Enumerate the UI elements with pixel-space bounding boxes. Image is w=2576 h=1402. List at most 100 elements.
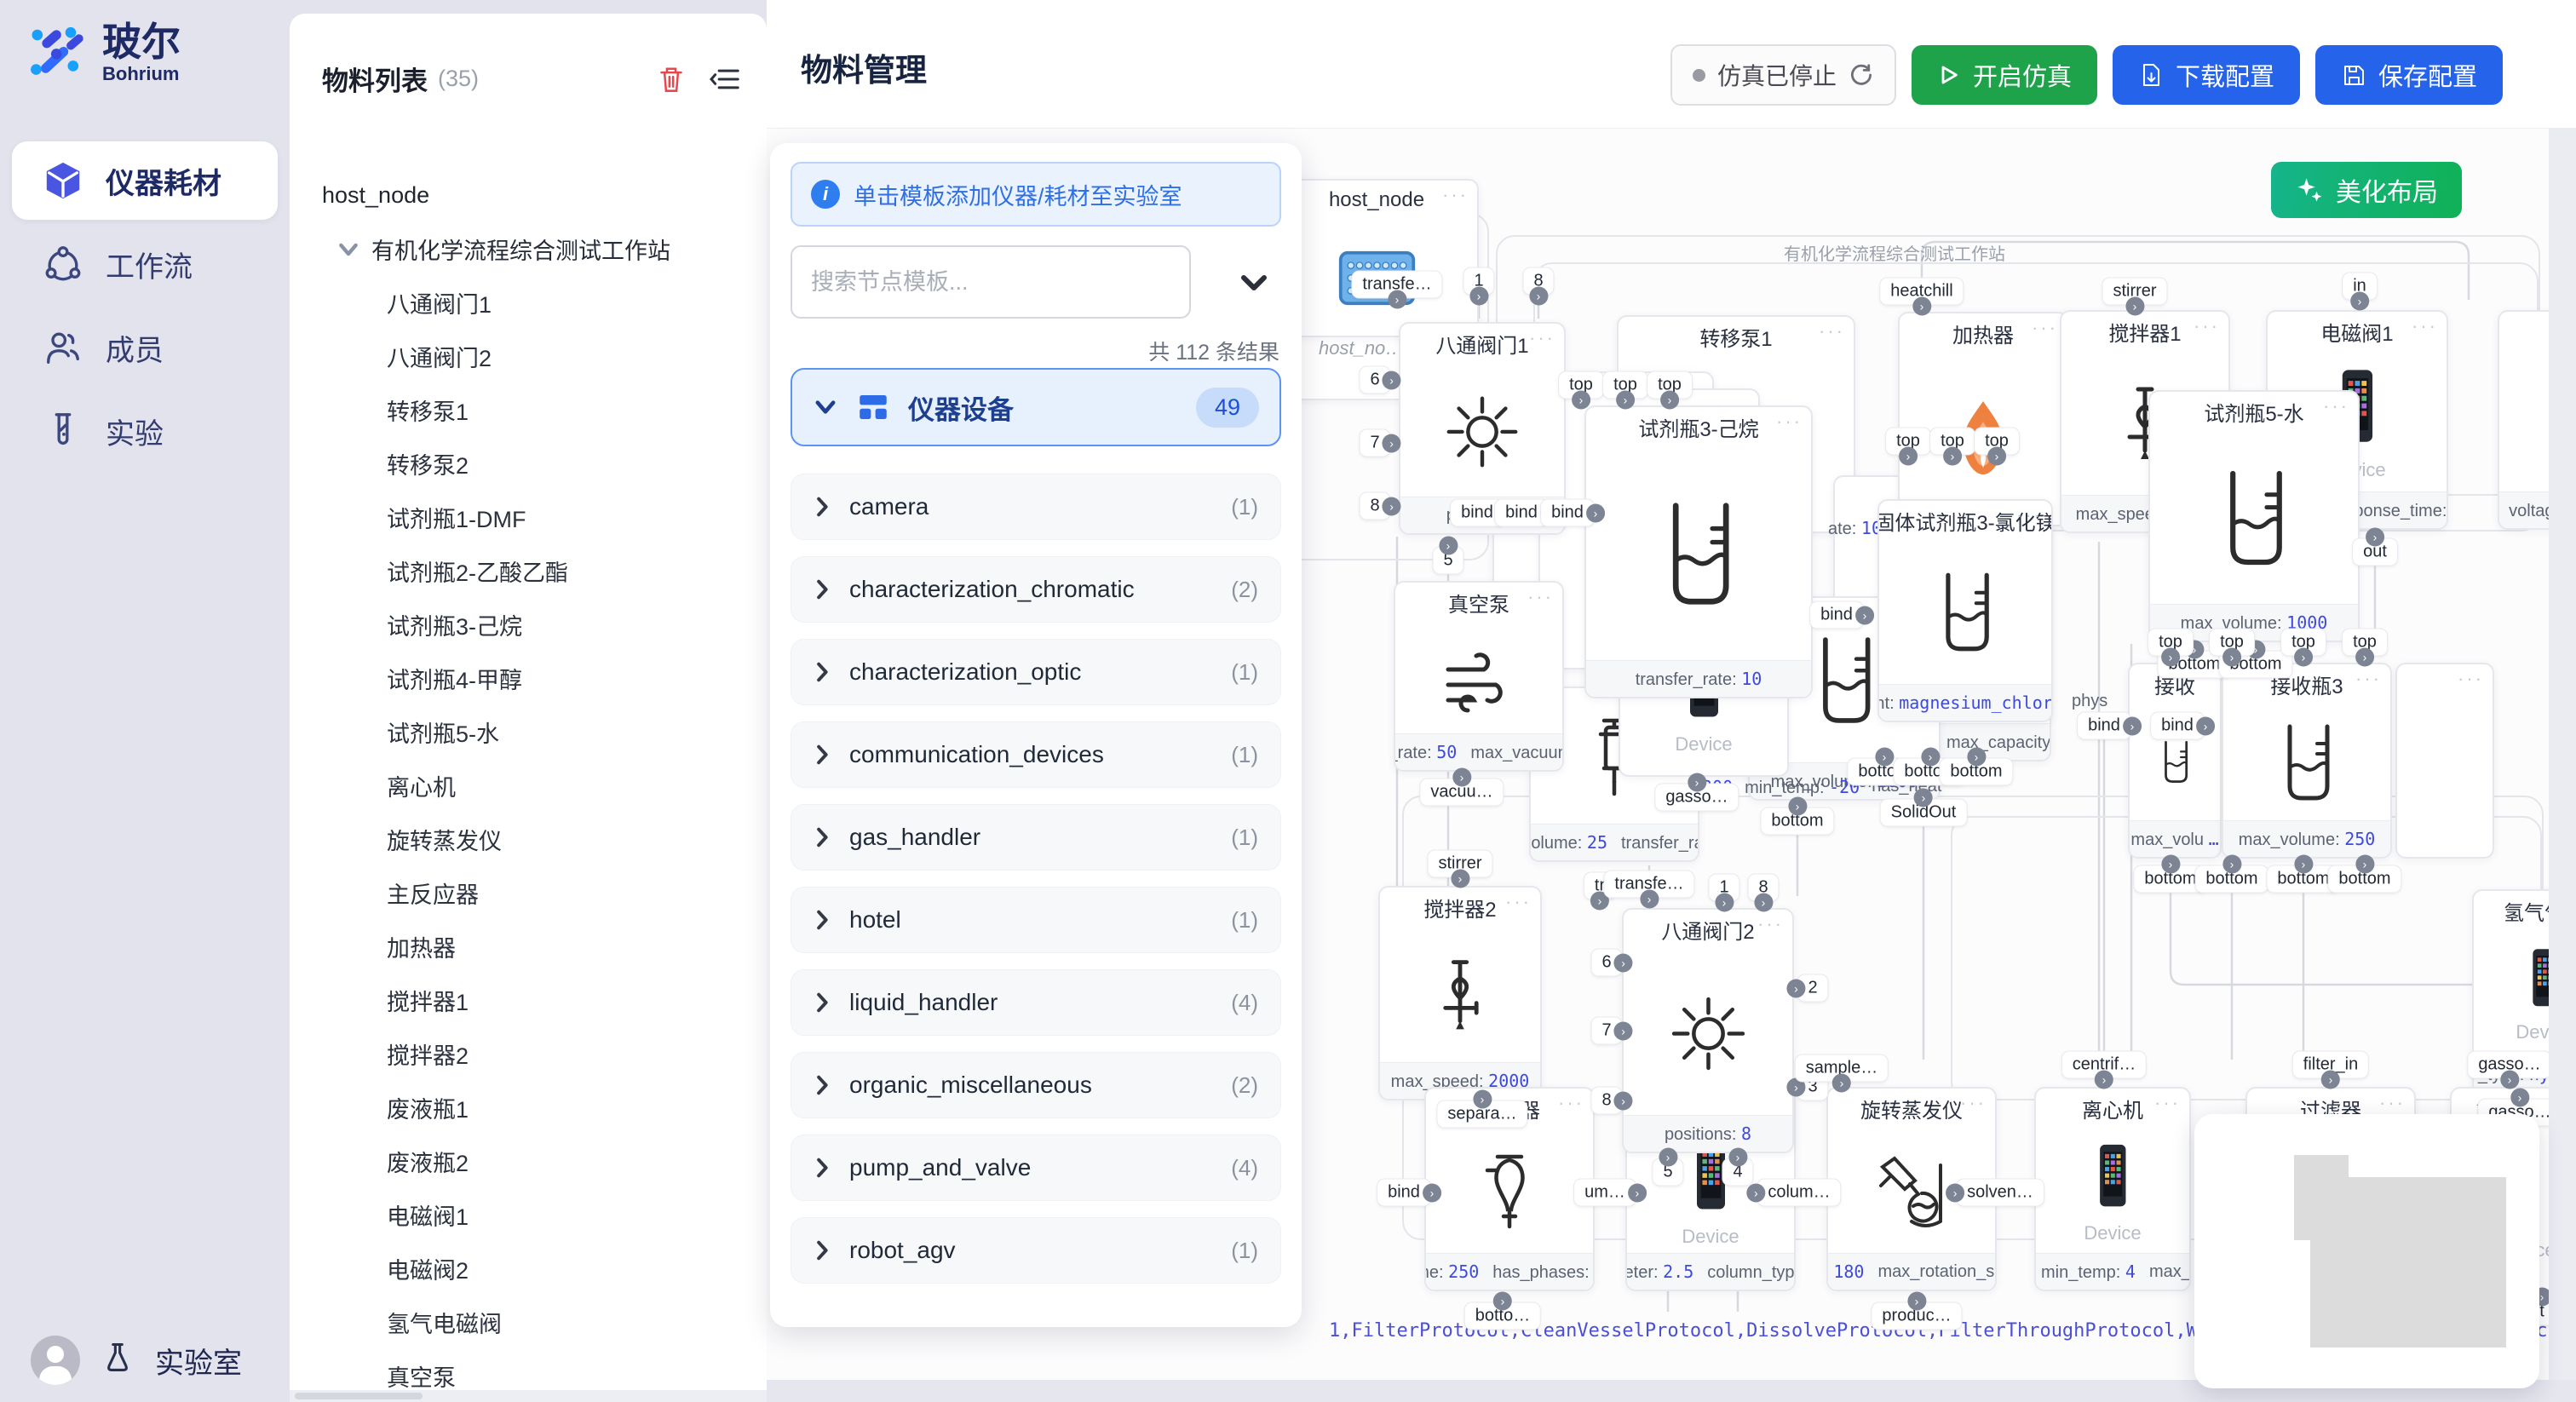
tree-item[interactable]: 试剂瓶5-水 [322,705,755,759]
port-handle-icon[interactable]: › [1586,503,1605,522]
canvas-node-固体试剂瓶3-氯化镁[interactable]: 固体试剂瓶3-氯化镁···agent: magnesium_chloride [1877,499,2053,722]
port-handle-icon[interactable]: › [2500,1071,2519,1089]
canvas-node-八通阀门2[interactable]: 八通阀门2···positions: 8 [1622,908,1794,1153]
port-pill-1[interactable]: 1› [1463,268,1493,295]
tree-item[interactable]: 搅拌器1 [322,974,755,1027]
port-handle-icon[interactable]: › [2222,855,2241,874]
port-pill-botto[interactable]: botto…› [1465,1303,1540,1330]
sidebar-item-cube[interactable]: 仪器耗材 [12,141,278,220]
port-pill-um[interactable]: um…› [1574,1180,1636,1206]
tree-item[interactable]: 废液瓶1 [322,1081,755,1135]
port-handle-icon[interactable]: › [1832,1074,1851,1093]
port-pill-6[interactable]: 6› [1591,950,1621,976]
tree-item[interactable]: 试剂瓶2-乙酸乙酯 [322,544,755,598]
port-handle-icon[interactable]: › [1640,890,1659,909]
canvas-node-试剂瓶3-己烷[interactable]: 试剂瓶3-己烷···transfer_rate: 10 [1584,405,1813,698]
port-handle-icon[interactable]: › [1946,1183,1964,1202]
port-pill-6[interactable]: 6› [1360,367,1389,394]
port-handle-icon[interactable]: › [2350,292,2369,311]
port-handle-icon[interactable]: › [2510,1089,2529,1107]
port-handle-icon[interactable]: › [1383,371,1401,389]
port-handle-icon[interactable]: › [1660,391,1679,410]
port-pill-gasso[interactable]: gasso…› [1655,784,1738,811]
port-handle-icon[interactable]: › [1746,1183,1765,1202]
node-menu-icon[interactable]: ··· [1442,184,1469,206]
tree-item[interactable]: 八通阀门1 [322,276,755,330]
port-handle-icon[interactable]: › [1439,537,1458,555]
port-handle-icon[interactable]: › [2196,716,2215,735]
port-pill-stirrer[interactable]: stirrer› [1428,851,1492,877]
port-handle-icon[interactable]: › [1423,1183,1441,1202]
node-menu-icon[interactable]: ··· [1527,586,1554,608]
template-row-characterization_optic[interactable]: characterization_optic (1) [791,639,1281,705]
lab-label[interactable]: 实验室 [155,1340,242,1382]
tree-item[interactable]: 转移泵2 [322,437,755,491]
port-pill-centrif[interactable]: centrif…› [2062,1052,2146,1078]
port-handle-icon[interactable]: › [1614,1021,1633,1040]
port-pill-SolidOut[interactable]: SolidOut› [1881,800,1967,826]
canvas-node-host_node[interactable]: host_node··· [1274,179,1479,337]
node-menu-icon[interactable]: ··· [1757,913,1784,935]
port-pill-2[interactable]: 2› [1797,975,1827,1002]
port-handle-icon[interactable]: › [2161,855,2180,874]
port-handle-icon[interactable]: › [1659,1148,1677,1167]
template-row-communication_devices[interactable]: communication_devices (1) [791,721,1281,788]
download-config-button[interactable]: 下载配置 [2113,45,2300,105]
port-pill-top[interactable]: top› [2281,629,2326,656]
template-row-liquid_handler[interactable]: liquid_handler (4) [791,969,1281,1036]
port-pill-vacuu[interactable]: vacuu…› [1420,779,1503,806]
port-pill-separa[interactable]: separa…› [1437,1101,1527,1128]
port-pill-bind[interactable]: bind› [1541,500,1594,526]
trash-icon[interactable] [656,64,687,95]
port-handle-icon[interactable]: › [1943,447,1962,466]
port-pill-bottom[interactable]: bottom› [2328,866,2401,893]
port-pill-bind[interactable]: bind› [1810,602,1863,629]
canvas-node-真空泵[interactable]: 真空泵···pump_rate: 50max_vacuum: 0.1 [1394,581,1564,772]
port-handle-icon[interactable]: › [2294,855,2313,874]
port-pill-8[interactable]: 8› [1748,875,1778,901]
canvas-node-接收瓶3[interactable]: 接收瓶3···max_volume: 250 [2222,663,2392,859]
tree-item[interactable]: 氢气电磁阀 [322,1296,755,1349]
collapse-panel-icon[interactable] [1237,267,1271,296]
port-handle-icon[interactable]: › [1921,748,1940,767]
port-handle-icon[interactable]: › [2161,648,2180,667]
beautify-layout-button[interactable]: 美化布局 [2271,162,2462,218]
node-menu-icon[interactable]: ··· [2016,504,2043,526]
search-input[interactable] [791,245,1191,319]
canvas-node[interactable]: ··· [2395,663,2494,859]
canvas-node-试剂瓶5-水[interactable]: 试剂瓶5-水···max_volume: 1000 [2148,390,2360,642]
node-menu-icon[interactable]: ··· [2458,668,2484,690]
port-handle-icon[interactable]: › [1912,297,1931,316]
port-pill-top[interactable]: top› [1647,372,1692,399]
canvas-scrollbar[interactable] [2549,128,2576,1402]
template-row-characterization_chromatic[interactable]: characterization_chromatic (2) [791,556,1281,623]
port-handle-icon[interactable]: › [1855,606,1874,624]
template-row-robot_agv[interactable]: robot_agv (1) [791,1217,1281,1284]
port-pill-produc[interactable]: produc…› [1872,1303,1961,1330]
port-handle-icon[interactable]: › [2366,528,2384,547]
canvas-node-离心机[interactable]: 离心机···Device40min_temp: 4max_spe [2034,1087,2191,1291]
save-config-button[interactable]: 保存配置 [2315,45,2503,105]
canvas-node-接收[interactable]: 接收max_volu … [2128,663,2222,859]
node-menu-icon[interactable]: ··· [2379,1092,2406,1114]
tree-item[interactable]: 旋转蒸发仪 [322,813,755,866]
sidebar-item-flow[interactable]: 工作流 [12,225,278,303]
node-menu-icon[interactable]: ··· [2323,395,2349,417]
port-handle-icon[interactable]: › [2222,648,2241,667]
node-menu-icon[interactable]: ··· [1960,1092,1987,1114]
tree-item[interactable]: host_node [322,169,755,222]
port-handle-icon[interactable]: › [2294,648,2313,667]
avatar[interactable] [31,1336,80,1385]
port-pill-out[interactable]: out› [2353,539,2397,566]
tree-item[interactable]: 有机化学流程综合测试工作站 [322,222,755,276]
template-row-gas_handler[interactable]: gas_handler (1) [791,804,1281,871]
node-menu-icon[interactable]: ··· [1558,1092,1584,1114]
port-pill-top[interactable]: top› [1886,428,1930,455]
port-pill-5[interactable]: 5› [1433,548,1463,574]
port-pill-5[interactable]: 5› [1653,1159,1682,1186]
sidebar-item-tube[interactable]: 实验 [12,392,278,470]
port-handle-icon[interactable]: › [1451,870,1469,888]
port-handle-icon[interactable]: › [1728,1148,1747,1167]
port-handle-icon[interactable]: › [2125,297,2144,316]
minimap[interactable] [2194,1114,2539,1388]
